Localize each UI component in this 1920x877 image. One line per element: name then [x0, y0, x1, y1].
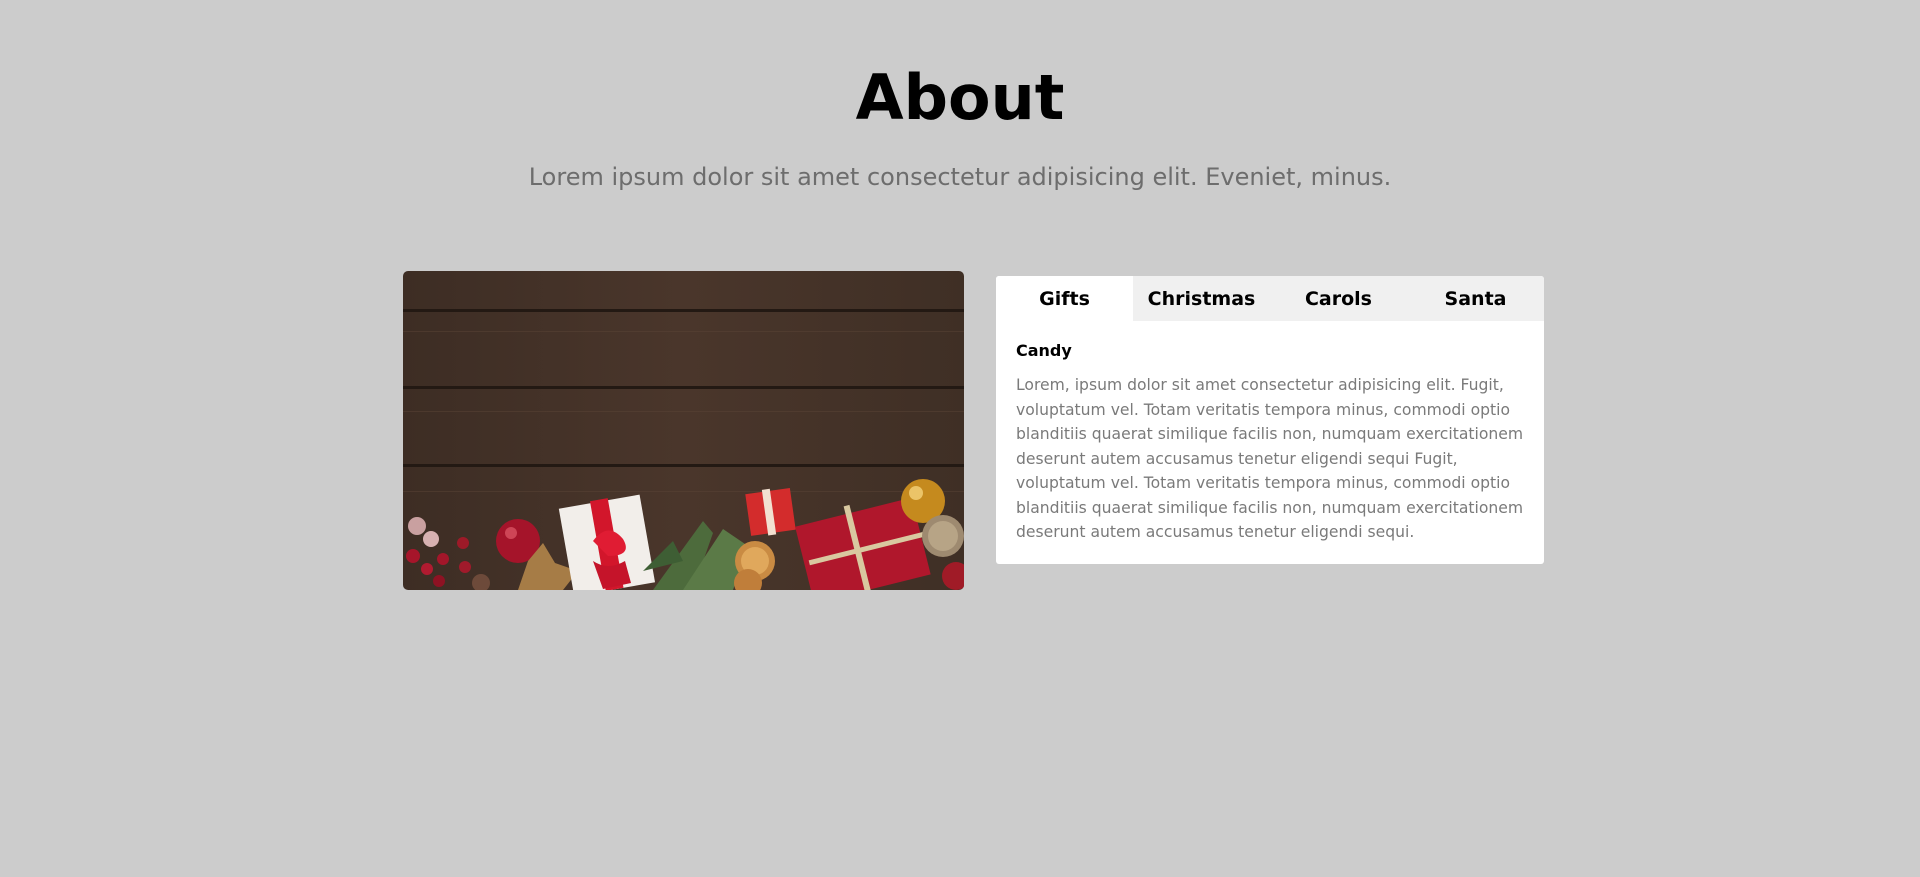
page-subtitle: Lorem ipsum dolor sit amet consectetur a…	[528, 163, 1392, 191]
tab-panel: Candy Lorem, ipsum dolor sit amet consec…	[996, 321, 1544, 545]
tabs-card: Gifts Christmas Carols Santa Candy Lorem…	[996, 276, 1544, 564]
page-title: About	[855, 61, 1065, 134]
tab-bar: Gifts Christmas Carols Santa	[996, 276, 1544, 321]
panel-text: Lorem, ipsum dolor sit amet consectetur …	[1016, 376, 1524, 541]
tab-santa[interactable]: Santa	[1407, 276, 1544, 321]
tab-carols[interactable]: Carols	[1270, 276, 1407, 321]
christmas-gifts-photo	[403, 271, 964, 590]
tab-christmas[interactable]: Christmas	[1133, 276, 1270, 321]
hero-image	[403, 271, 964, 590]
tab-gifts[interactable]: Gifts	[996, 276, 1133, 321]
about-section: About Lorem ipsum dolor sit amet consect…	[0, 0, 1920, 877]
panel-title: Candy	[1016, 341, 1072, 360]
